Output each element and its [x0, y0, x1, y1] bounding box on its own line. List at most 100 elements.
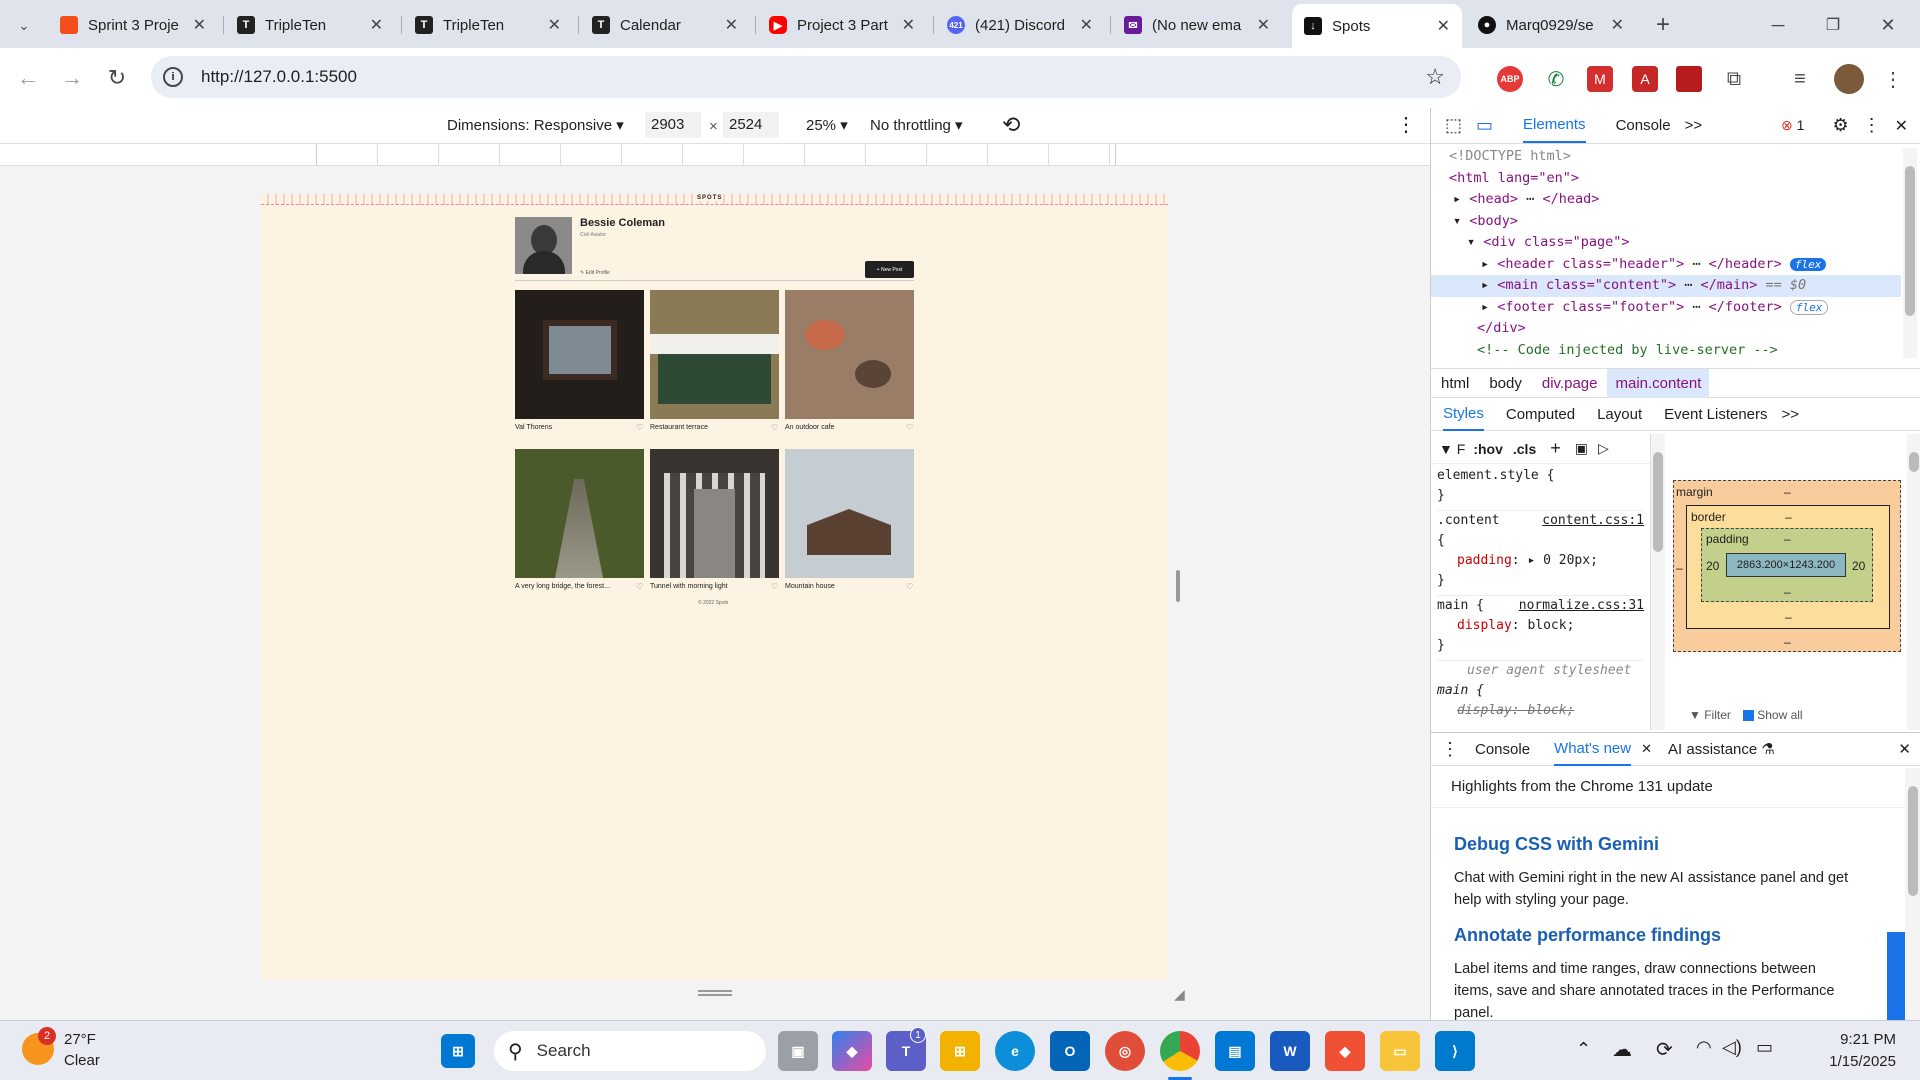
close-icon[interactable]: ✕: [548, 15, 561, 35]
styles-scrollbar[interactable]: [1651, 434, 1665, 730]
like-heart-icon[interactable]: ♡: [771, 582, 778, 591]
new-tab-button[interactable]: +: [1648, 10, 1678, 40]
media-control-icon[interactable]: ≡: [1787, 66, 1813, 92]
drawer-tab-console[interactable]: Console: [1475, 741, 1530, 758]
avatar[interactable]: [1834, 64, 1864, 94]
address-bar[interactable]: i http://127.0.0.1:5500 ☆: [151, 56, 1461, 98]
edit-profile-button[interactable]: ✎ Edit Profile: [580, 270, 610, 276]
feature-title[interactable]: Annotate performance findings: [1454, 925, 1851, 946]
device-options-icon[interactable]: ⋮: [1396, 112, 1416, 137]
bookmark-extension-icon[interactable]: [1676, 66, 1702, 92]
card-image[interactable]: [515, 449, 644, 578]
tab-styles[interactable]: Styles: [1443, 398, 1484, 431]
tab-layout[interactable]: Layout: [1597, 406, 1642, 423]
tab-event-listeners[interactable]: Event Listeners: [1664, 406, 1767, 423]
zoom-select[interactable]: 25% ▾: [806, 116, 848, 134]
inspect-element-icon[interactable]: ⬚: [1445, 115, 1462, 136]
feature-title[interactable]: Debug CSS with Gemini: [1454, 834, 1851, 855]
dom-main-selected[interactable]: ▸ <main class="content"> ⋯ </main> == $0: [1431, 275, 1901, 297]
url-text[interactable]: http://127.0.0.1:5500: [201, 67, 357, 87]
restore-button[interactable]: ❐: [1815, 10, 1851, 40]
rule-element-style[interactable]: element.style {: [1437, 466, 1644, 486]
back-button[interactable]: ←: [12, 62, 44, 94]
devtools-menu-icon[interactable]: ⋮: [1863, 115, 1881, 136]
adblock-icon[interactable]: ABP: [1497, 66, 1523, 92]
sidebar-toggle-icon[interactable]: ▷: [1598, 440, 1609, 457]
close-icon[interactable]: ✕: [1257, 15, 1270, 35]
edge-icon[interactable]: e: [995, 1031, 1035, 1071]
prop-display[interactable]: display: block;: [1437, 616, 1644, 636]
dom-div-page[interactable]: ▾ <div class="page">: [1431, 232, 1901, 254]
microsoft-store-icon[interactable]: ⊞: [940, 1031, 980, 1071]
settings-gear-icon[interactable]: ⚙: [1832, 115, 1848, 136]
like-heart-icon[interactable]: ♡: [636, 423, 643, 432]
like-heart-icon[interactable]: ♡: [906, 582, 913, 591]
task-view-icon[interactable]: ▣: [778, 1031, 818, 1071]
resize-corner-icon[interactable]: ◢: [1174, 986, 1185, 1003]
browser-tab[interactable]: T TripleTen ✕: [403, 6, 573, 44]
breadcrumb-body[interactable]: body: [1489, 375, 1522, 392]
copilot-icon[interactable]: ◆: [832, 1031, 872, 1071]
dom-scrollbar[interactable]: [1903, 148, 1917, 358]
bookmark-star-icon[interactable]: ☆: [1425, 64, 1445, 90]
drawer-tab-whats-new[interactable]: What's new: [1554, 733, 1632, 766]
sync-icon[interactable]: ⟳: [1656, 1037, 1673, 1062]
clock-date[interactable]: 1/15/2025: [1806, 1053, 1896, 1070]
browser-tab-active[interactable]: ↓ Spots ✕: [1292, 4, 1462, 48]
gmail-extension-icon[interactable]: M: [1587, 66, 1613, 92]
height-input[interactable]: 2524: [723, 112, 779, 138]
filter-icon[interactable]: ▼ F: [1439, 441, 1465, 457]
git-icon[interactable]: ◆: [1325, 1031, 1365, 1071]
reload-button[interactable]: ↻: [101, 62, 133, 94]
phone-extension-icon[interactable]: ✆: [1543, 66, 1569, 92]
tab-console[interactable]: Console: [1616, 117, 1671, 134]
extensions-icon[interactable]: ⧉: [1721, 66, 1747, 92]
card-image[interactable]: [515, 290, 644, 419]
breadcrumb-div[interactable]: div.page: [1542, 375, 1598, 392]
calculator-icon[interactable]: ▤: [1215, 1031, 1255, 1071]
hov-toggle[interactable]: :hov: [1473, 441, 1503, 457]
close-window-button[interactable]: ✕: [1870, 10, 1906, 40]
taskbar-search[interactable]: ⚲ Search: [494, 1031, 766, 1071]
tab-elements[interactable]: Elements: [1523, 108, 1586, 143]
dom-div-close[interactable]: </div>: [1431, 318, 1901, 340]
drawer-tab-ai[interactable]: AI assistance ⚗: [1668, 740, 1775, 758]
close-icon[interactable]: ✕: [1437, 16, 1450, 36]
browser-tab[interactable]: T TripleTen ✕: [225, 6, 395, 44]
forward-button[interactable]: →: [56, 62, 88, 94]
filter-input[interactable]: ▼ Filter: [1689, 708, 1731, 722]
clock-time[interactable]: 9:21 PM: [1806, 1031, 1896, 1048]
prop-padding[interactable]: padding: ▸ 0 20px;: [1437, 551, 1644, 571]
like-heart-icon[interactable]: ♡: [636, 582, 643, 591]
close-icon[interactable]: ✕: [370, 15, 383, 35]
dom-html[interactable]: <html lang="en">: [1431, 168, 1901, 190]
browser-tab[interactable]: Sprint 3 Proje ✕: [48, 6, 218, 44]
outlook-icon[interactable]: O: [1050, 1031, 1090, 1071]
device-toggle-icon[interactable]: ▭: [1476, 115, 1493, 136]
close-icon[interactable]: ✕: [902, 15, 915, 35]
like-heart-icon[interactable]: ♡: [906, 423, 913, 432]
computed-scrollbar[interactable]: [1907, 434, 1920, 730]
pdf-extension-icon[interactable]: A: [1632, 66, 1658, 92]
more-tabs-icon[interactable]: >>: [1685, 117, 1703, 134]
cls-toggle[interactable]: .cls: [1513, 441, 1536, 457]
app-icon[interactable]: ◎: [1105, 1031, 1145, 1071]
browser-tab[interactable]: 421 (421) Discord ✕: [935, 6, 1105, 44]
rule-content[interactable]: .content content.css:1: [1437, 510, 1644, 531]
onedrive-icon[interactable]: ☁: [1612, 1037, 1632, 1062]
browser-tab[interactable]: T Calendar ✕: [580, 6, 750, 44]
dom-body[interactable]: ▾ <body>: [1431, 211, 1901, 233]
close-drawer-icon[interactable]: ✕: [1898, 740, 1911, 758]
battery-icon[interactable]: ▭: [1756, 1037, 1773, 1058]
volume-icon[interactable]: ◁): [1722, 1037, 1742, 1058]
dom-doctype[interactable]: <!DOCTYPE html>: [1431, 146, 1901, 168]
show-all-checkbox[interactable]: Show all: [1742, 708, 1803, 722]
throttling-select[interactable]: No throttling ▾: [870, 116, 963, 134]
new-post-button[interactable]: + New Post: [865, 261, 914, 278]
width-input[interactable]: 2903: [645, 112, 701, 138]
card-image[interactable]: [650, 290, 779, 419]
wifi-icon[interactable]: ◠: [1696, 1037, 1712, 1058]
tab-computed[interactable]: Computed: [1506, 406, 1575, 423]
rotate-icon[interactable]: ⟲: [1002, 112, 1020, 138]
new-rule-icon[interactable]: +: [1550, 438, 1561, 459]
